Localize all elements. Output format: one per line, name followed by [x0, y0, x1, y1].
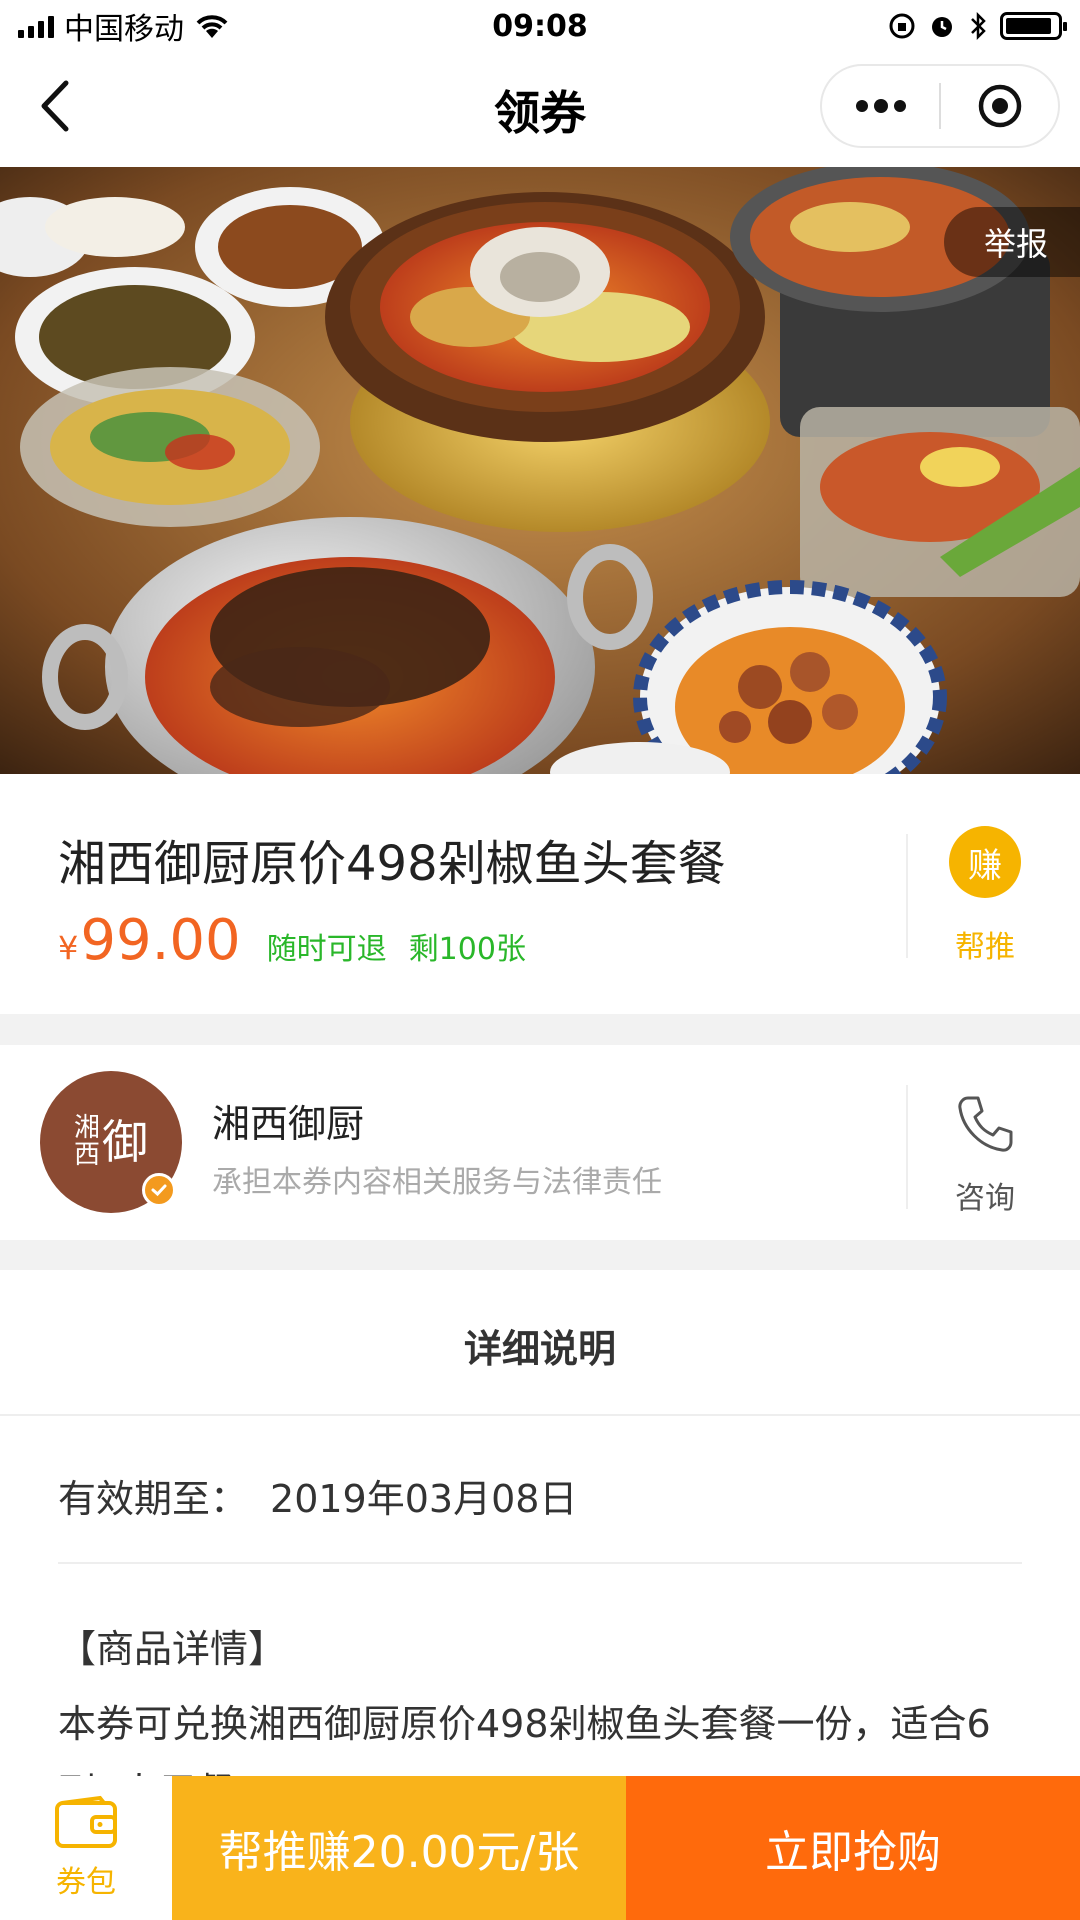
- buy-now-button[interactable]: 立即抢购: [626, 1776, 1080, 1920]
- mini-program-capsule: [820, 64, 1060, 148]
- status-left: 中国移动: [18, 4, 230, 48]
- merchant-description: 承担本券内容相关服务与法律责任: [212, 1165, 662, 1200]
- phone-icon: [958, 1096, 1013, 1152]
- nav-bar: 领券: [0, 52, 1080, 167]
- details-section: 详细说明 有效期至： 2019年03月08日 【商品详情】 本券可兑换湘西御厨原…: [0, 1270, 1080, 1814]
- status-bar: 中国移动 09:08: [0, 0, 1080, 52]
- bottom-action-bar: 券包 帮推赚20.00元/张 立即抢购: [0, 1776, 1080, 1920]
- avatar-char-2: 西: [73, 1140, 100, 1170]
- check-badge-icon: [142, 1173, 176, 1207]
- status-right: [888, 11, 1067, 41]
- avatar-char-3: 御: [102, 1115, 148, 1169]
- product-detail-heading: 【商品详情】: [58, 1627, 287, 1671]
- validity-date: 2019年03月08日: [270, 1477, 578, 1521]
- wallet-icon: [55, 1795, 117, 1848]
- bluetooth-icon: [971, 11, 986, 41]
- exit-button[interactable]: [941, 66, 1058, 146]
- signal-icon: [18, 14, 54, 38]
- alarm-icon: [932, 17, 952, 37]
- product-title: 湘西御厨原价498剁椒鱼头套餐: [58, 836, 726, 892]
- food-photo: [0, 167, 1080, 774]
- page-title: 领券: [494, 85, 586, 140]
- avatar-char-1: 湘: [73, 1112, 100, 1143]
- divider: [0, 1414, 1080, 1416]
- earn-label: 帮推: [955, 930, 1015, 965]
- divider: [58, 1562, 1022, 1564]
- avatar-logo-text: 湘 西 御: [73, 1112, 148, 1170]
- details-title: 详细说明: [463, 1327, 616, 1371]
- vertical-divider: [906, 1085, 908, 1209]
- wifi-icon: [196, 15, 228, 38]
- back-button[interactable]: [24, 76, 84, 136]
- price-value: 99.00: [80, 908, 241, 973]
- carrier-label: 中国移动: [64, 12, 184, 47]
- merchant-name: 湘西御厨: [212, 1102, 365, 1146]
- wallet-label: 券包: [56, 1865, 116, 1900]
- promote-earn-cta-button[interactable]: 帮推赚20.00元/张: [172, 1776, 626, 1920]
- vertical-divider: [906, 834, 908, 958]
- validity-label: 有效期至：: [58, 1477, 249, 1521]
- earn-badge-icon: 赚: [949, 826, 1021, 898]
- hero-image: 举报: [0, 167, 1080, 774]
- target-circle-icon: [978, 84, 1021, 128]
- chevron-left-icon: [41, 80, 69, 132]
- refund-tag: 随时可退: [266, 932, 387, 967]
- battery-icon: [1000, 12, 1067, 40]
- report-button[interactable]: 举报: [943, 207, 1080, 277]
- promote-earn-button[interactable]: 赚 帮推: [930, 826, 1040, 966]
- price-row: ¥ 99.00 随时可退 剩100张: [58, 908, 548, 973]
- section-gap: [0, 1014, 1080, 1045]
- stock-tag: 剩100张: [408, 932, 526, 967]
- validity-row: 有效期至： 2019年03月08日: [58, 1468, 577, 1523]
- product-info: 湘西御厨原价498剁椒鱼头套餐 ¥ 99.00 随时可退 剩100张 赚 帮推: [0, 774, 1080, 1014]
- consult-label: 咨询: [955, 1181, 1015, 1216]
- price-symbol: ¥: [58, 929, 79, 967]
- merchant-card: 湘 西 御 湘西御厨 承担本券内容相关服务与法律责任 咨询: [0, 1045, 1080, 1240]
- more-button[interactable]: [822, 66, 939, 146]
- rotation-lock-icon: [889, 13, 915, 39]
- coupon-wallet-button[interactable]: 券包: [0, 1776, 172, 1920]
- consult-button[interactable]: 咨询: [930, 1093, 1040, 1217]
- more-dots-icon: [855, 99, 906, 113]
- section-gap: [0, 1240, 1080, 1270]
